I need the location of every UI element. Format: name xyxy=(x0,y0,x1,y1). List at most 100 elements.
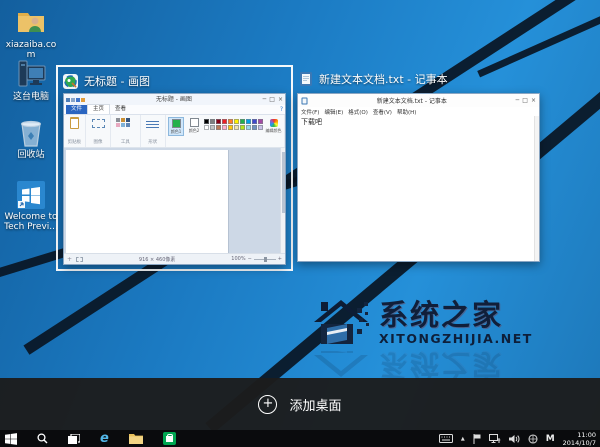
ribbon-group-tools[interactable]: 工具 xyxy=(111,115,141,147)
menu-view[interactable]: 查看(V) xyxy=(373,108,392,116)
palette-color-swatch[interactable] xyxy=(240,119,245,124)
palette-color-swatch[interactable] xyxy=(210,125,215,130)
taskbar: e ▲ M 11:00 2014/10/7 xyxy=(0,430,600,447)
zoom-slider-knob[interactable] xyxy=(263,256,267,262)
notepad-window-controls[interactable]: ─ □ × xyxy=(516,95,536,106)
desktop-icon-recycle-bin[interactable]: 回收站 xyxy=(2,116,60,160)
palette-color-swatch[interactable] xyxy=(258,119,263,124)
taskbar-clock[interactable]: 11:00 2014/10/7 xyxy=(563,431,596,447)
help-icon[interactable]: ? xyxy=(280,105,283,114)
search-button[interactable] xyxy=(37,430,48,447)
palette-color-swatch[interactable] xyxy=(222,125,227,130)
zoom-control[interactable]: 100% − + xyxy=(231,256,282,262)
paint-window-controls[interactable]: ─ □ × xyxy=(263,94,283,105)
palette-color-swatch[interactable] xyxy=(228,119,233,124)
zoom-slider[interactable] xyxy=(253,256,276,262)
palette-color-swatch[interactable] xyxy=(210,119,215,124)
close-icon[interactable]: × xyxy=(278,94,283,105)
ribbon-group-shapes[interactable]: 形状 xyxy=(141,115,166,147)
desktop-icon-this-pc[interactable]: 这台电脑 xyxy=(2,58,60,102)
edit-colors-button[interactable]: 编辑颜色 xyxy=(265,119,282,133)
system-tray: ▲ M 11:00 2014/10/7 xyxy=(438,431,596,447)
palette-color-swatch[interactable] xyxy=(228,125,233,130)
search-icon xyxy=(37,433,48,444)
selection-size-icon xyxy=(76,256,84,262)
menu-edit[interactable]: 编辑(E) xyxy=(324,108,343,116)
tools-icons xyxy=(116,118,134,127)
watermark-subtitle: XITONGZHIJIA.NET xyxy=(379,330,533,346)
paint-thumbnail-title: 无标题 - 画图 xyxy=(84,75,150,88)
paste-icon xyxy=(69,117,79,129)
minimize-icon[interactable]: ─ xyxy=(516,95,520,106)
zoom-level: 100% xyxy=(231,256,246,262)
internet-explorer-button[interactable]: e xyxy=(100,430,109,447)
palette-color-swatch[interactable] xyxy=(246,125,251,130)
tab-file[interactable]: 文件 xyxy=(66,105,88,114)
paint-menu-icon xyxy=(66,97,70,102)
ime-language-badge[interactable]: M xyxy=(546,434,555,444)
save-icon xyxy=(71,97,75,102)
quick-access-toolbar[interactable] xyxy=(66,97,85,102)
paint-canvas[interactable] xyxy=(66,150,229,253)
palette-color-swatch[interactable] xyxy=(240,125,245,130)
touch-keyboard-icon[interactable] xyxy=(438,434,453,443)
palette-color-swatch[interactable] xyxy=(246,119,251,124)
palette-color-swatch[interactable] xyxy=(234,119,239,124)
tab-view[interactable]: 查看 xyxy=(110,105,131,114)
palette-color-swatch[interactable] xyxy=(234,125,239,130)
file-explorer-button[interactable] xyxy=(128,430,143,447)
desktop-icon-xiazaiba[interactable]: xiazaiba.com xyxy=(2,6,60,60)
desktop-icon-welcome[interactable]: Welcome to Tech Previ... xyxy=(2,180,60,232)
store-button[interactable] xyxy=(162,430,176,447)
palette-color-swatch[interactable] xyxy=(216,125,221,130)
task-view-button[interactable] xyxy=(68,430,80,447)
paint-app-icon xyxy=(63,73,78,89)
palette-row-1 xyxy=(204,119,263,124)
menu-file[interactable]: 文件(F) xyxy=(301,108,319,116)
canvas-size-text: 916 × 460像素 xyxy=(138,256,176,263)
desktop-icon-label: 回收站 xyxy=(17,150,45,160)
add-desktop-button[interactable]: 添加桌面 xyxy=(289,395,341,414)
input-indicator-icon[interactable] xyxy=(528,433,538,444)
maximize-icon[interactable]: □ xyxy=(269,94,275,105)
color2-button[interactable]: 颜色2 xyxy=(186,117,202,134)
start-button[interactable] xyxy=(5,430,17,447)
palette-color-swatch[interactable] xyxy=(204,119,209,124)
undo-icon xyxy=(76,97,80,102)
ribbon-group-image[interactable]: 图像 xyxy=(86,115,112,147)
zoom-out-icon[interactable]: − xyxy=(248,256,252,262)
action-center-flag-icon[interactable] xyxy=(473,433,481,444)
minimize-icon[interactable]: ─ xyxy=(263,94,267,105)
palette-color-swatch[interactable] xyxy=(252,125,257,130)
ribbon-group-colors[interactable]: 颜色1 颜色2 编辑颜色 xyxy=(166,115,285,147)
paint-window-preview[interactable]: 无标题 - 画图 ─ □ × 文件 主页 查看 ? 剪贴板 图像 工具 形状 颜… xyxy=(63,93,286,265)
add-desktop-plus-icon[interactable]: + xyxy=(258,394,278,414)
maximize-icon[interactable]: □ xyxy=(522,95,528,106)
palette-color-swatch[interactable] xyxy=(258,125,263,130)
close-icon[interactable]: × xyxy=(531,95,536,106)
paint-scrollbar[interactable] xyxy=(280,148,285,253)
menu-format[interactable]: 格式(O) xyxy=(348,108,368,116)
palette-color-swatch[interactable] xyxy=(216,119,221,124)
tab-home[interactable]: 主页 xyxy=(87,104,111,114)
palette-color-swatch[interactable] xyxy=(204,125,209,130)
taskview-thumbnail-notepad[interactable]: 新建文本文档.txt - 记事本 ─ □ × 文件(F) 编辑(E) 格式(O)… xyxy=(297,93,540,262)
desktop-screen: xiazaiba.com 这台电脑 回收站 Welcome to Tech Pr… xyxy=(0,0,600,447)
color1-button[interactable]: 颜色1 xyxy=(168,117,184,136)
palette-color-swatch[interactable] xyxy=(252,119,257,124)
color-palette[interactable] xyxy=(204,119,263,130)
xitongzhijia-logo-icon xyxy=(314,351,368,377)
network-icon[interactable] xyxy=(488,433,501,444)
menu-help[interactable]: 帮助(H) xyxy=(397,108,416,116)
notepad-text-area[interactable]: 下载吧 xyxy=(298,116,539,261)
scrollbar-thumb[interactable] xyxy=(281,152,285,213)
palette-color-swatch[interactable] xyxy=(222,119,227,124)
volume-icon[interactable] xyxy=(508,434,520,444)
show-hidden-icons-button[interactable]: ▲ xyxy=(461,436,465,442)
paint-thumbnail-label: 无标题 - 画图 xyxy=(63,69,286,93)
notepad-thumbnail-label[interactable]: 新建文本文档.txt - 记事本 xyxy=(299,68,448,90)
notepad-scrollbar[interactable] xyxy=(534,116,539,261)
taskview-thumbnail-paint[interactable]: 无标题 - 画图 无标题 - 画图 ─ □ × 文件 主页 查看 ? 剪贴板 图… xyxy=(56,65,293,271)
ribbon-group-clipboard[interactable]: 剪贴板 xyxy=(64,115,86,147)
zoom-in-icon[interactable]: + xyxy=(278,256,282,262)
